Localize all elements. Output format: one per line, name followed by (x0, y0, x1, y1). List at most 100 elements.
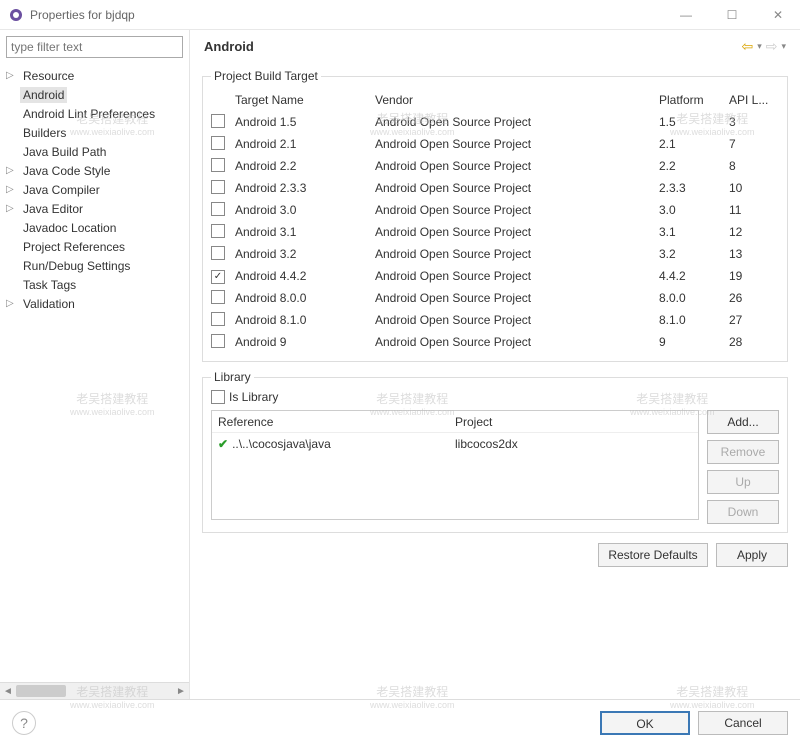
chevron-right-icon: ▷ (6, 70, 20, 81)
library-project: libcocos2dx (455, 437, 692, 451)
header-reference[interactable]: Reference (218, 415, 455, 429)
forward-dropdown-icon[interactable]: ▾ (781, 41, 786, 52)
target-row[interactable]: Android 2.2Android Open Source Project2.… (211, 155, 779, 177)
target-row[interactable]: ✓Android 4.4.2Android Open Source Projec… (211, 265, 779, 287)
sidebar-item-java-code-style[interactable]: ▷Java Code Style (0, 161, 189, 180)
filter-input[interactable] (6, 36, 183, 58)
app-icon (8, 7, 24, 23)
target-vendor: Android Open Source Project (375, 247, 659, 261)
target-checkbox[interactable] (211, 290, 225, 304)
target-vendor: Android Open Source Project (375, 159, 659, 173)
chevron-right-icon: ▷ (6, 165, 20, 176)
apply-button[interactable]: Apply (716, 543, 788, 567)
target-platform: 3.1 (659, 225, 729, 239)
target-checkbox[interactable] (211, 246, 225, 260)
scroll-left-icon[interactable]: ◄ (0, 686, 16, 697)
target-checkbox[interactable] (211, 180, 225, 194)
target-row[interactable]: Android 2.3.3Android Open Source Project… (211, 177, 779, 199)
target-api: 13 (729, 247, 779, 261)
sidebar-item-android-lint-preferences[interactable]: Android Lint Preferences (0, 104, 189, 123)
restore-defaults-button[interactable]: Restore Defaults (598, 543, 708, 567)
horizontal-scrollbar[interactable]: ◄ ► (0, 682, 189, 699)
target-platform: 3.0 (659, 203, 729, 217)
forward-icon[interactable]: ⇨ (766, 38, 778, 55)
library-row[interactable]: ✔..\..\cocosjava\javalibcocos2dx (212, 433, 698, 455)
target-api: 19 (729, 269, 779, 283)
down-button[interactable]: Down (707, 500, 779, 524)
target-name: Android 2.3.3 (235, 181, 375, 195)
check-icon: ✔ (218, 437, 228, 451)
target-checkbox[interactable] (211, 224, 225, 238)
target-row[interactable]: Android 8.1.0Android Open Source Project… (211, 309, 779, 331)
sidebar-item-label: Java Build Path (20, 144, 109, 160)
build-target-group: Project Build Target Target Name Vendor … (202, 69, 788, 362)
cancel-button[interactable]: Cancel (698, 711, 788, 735)
page-nav: ⇦ ▾ ⇨ ▾ (741, 38, 786, 55)
up-button[interactable]: Up (707, 470, 779, 494)
back-dropdown-icon[interactable]: ▾ (757, 41, 762, 52)
header-platform[interactable]: Platform (659, 93, 729, 107)
is-library-checkbox[interactable] (211, 390, 225, 404)
sidebar-item-label: Java Editor (20, 201, 86, 217)
sidebar-item-java-build-path[interactable]: Java Build Path (0, 142, 189, 161)
target-platform: 4.4.2 (659, 269, 729, 283)
target-platform: 1.5 (659, 115, 729, 129)
library-table[interactable]: Reference Project ✔..\..\cocosjava\javal… (211, 410, 699, 520)
sidebar-item-label: Java Code Style (20, 163, 113, 179)
sidebar-item-validation[interactable]: ▷Validation (0, 294, 189, 313)
target-row[interactable]: Android 1.5Android Open Source Project1.… (211, 111, 779, 133)
target-checkbox[interactable] (211, 114, 225, 128)
sidebar-item-label: Run/Debug Settings (20, 258, 133, 274)
close-button[interactable]: ✕ (764, 8, 792, 22)
target-vendor: Android Open Source Project (375, 115, 659, 129)
minimize-button[interactable]: — (672, 8, 700, 22)
header-api[interactable]: API L... (729, 93, 779, 107)
sidebar-item-project-references[interactable]: Project References (0, 237, 189, 256)
add-button[interactable]: Add... (707, 410, 779, 434)
target-row[interactable]: Android 8.0.0Android Open Source Project… (211, 287, 779, 309)
chevron-right-icon: ▷ (6, 298, 20, 309)
sidebar-item-task-tags[interactable]: Task Tags (0, 275, 189, 294)
target-row[interactable]: Android 9Android Open Source Project928 (211, 331, 779, 353)
sidebar-item-label: Task Tags (20, 277, 79, 293)
scroll-right-icon[interactable]: ► (173, 686, 189, 697)
sidebar-item-resource[interactable]: ▷Resource (0, 66, 189, 85)
back-icon[interactable]: ⇦ (741, 38, 753, 55)
target-row[interactable]: Android 2.1Android Open Source Project2.… (211, 133, 779, 155)
target-api: 28 (729, 335, 779, 349)
target-checkbox[interactable] (211, 312, 225, 326)
library-legend: Library (211, 370, 254, 384)
sidebar-item-builders[interactable]: Builders (0, 123, 189, 142)
target-checkbox[interactable]: ✓ (211, 270, 225, 284)
remove-button[interactable]: Remove (707, 440, 779, 464)
sidebar-item-java-editor[interactable]: ▷Java Editor (0, 199, 189, 218)
sidebar-item-label: Android (20, 87, 67, 103)
target-checkbox[interactable] (211, 202, 225, 216)
target-platform: 8.1.0 (659, 313, 729, 327)
target-platform: 2.1 (659, 137, 729, 151)
target-checkbox[interactable] (211, 158, 225, 172)
header-target-name[interactable]: Target Name (235, 93, 375, 107)
sidebar-item-javadoc-location[interactable]: Javadoc Location (0, 218, 189, 237)
scrollbar-thumb[interactable] (16, 685, 66, 697)
target-row[interactable]: Android 3.2Android Open Source Project3.… (211, 243, 779, 265)
titlebar: Properties for bjdqp — ☐ ✕ (0, 0, 800, 30)
target-vendor: Android Open Source Project (375, 181, 659, 195)
target-checkbox[interactable] (211, 334, 225, 348)
sidebar: ▷Resource AndroidAndroid Lint Preferences… (0, 30, 190, 699)
maximize-button[interactable]: ☐ (718, 8, 746, 22)
sidebar-item-android[interactable]: Android (0, 85, 189, 104)
header-vendor[interactable]: Vendor (375, 93, 659, 107)
library-reference: ✔..\..\cocosjava\java (218, 437, 455, 451)
target-row[interactable]: Android 3.1Android Open Source Project3.… (211, 221, 779, 243)
target-api: 3 (729, 115, 779, 129)
header-project[interactable]: Project (455, 415, 692, 429)
ok-button[interactable]: OK (600, 711, 690, 735)
sidebar-item-run-debug-settings[interactable]: Run/Debug Settings (0, 256, 189, 275)
target-checkbox[interactable] (211, 136, 225, 150)
property-tree[interactable]: ▷Resource AndroidAndroid Lint Preferences… (0, 64, 189, 682)
target-row[interactable]: Android 3.0Android Open Source Project3.… (211, 199, 779, 221)
sidebar-item-java-compiler[interactable]: ▷Java Compiler (0, 180, 189, 199)
target-name: Android 3.2 (235, 247, 375, 261)
help-icon[interactable]: ? (12, 711, 36, 735)
